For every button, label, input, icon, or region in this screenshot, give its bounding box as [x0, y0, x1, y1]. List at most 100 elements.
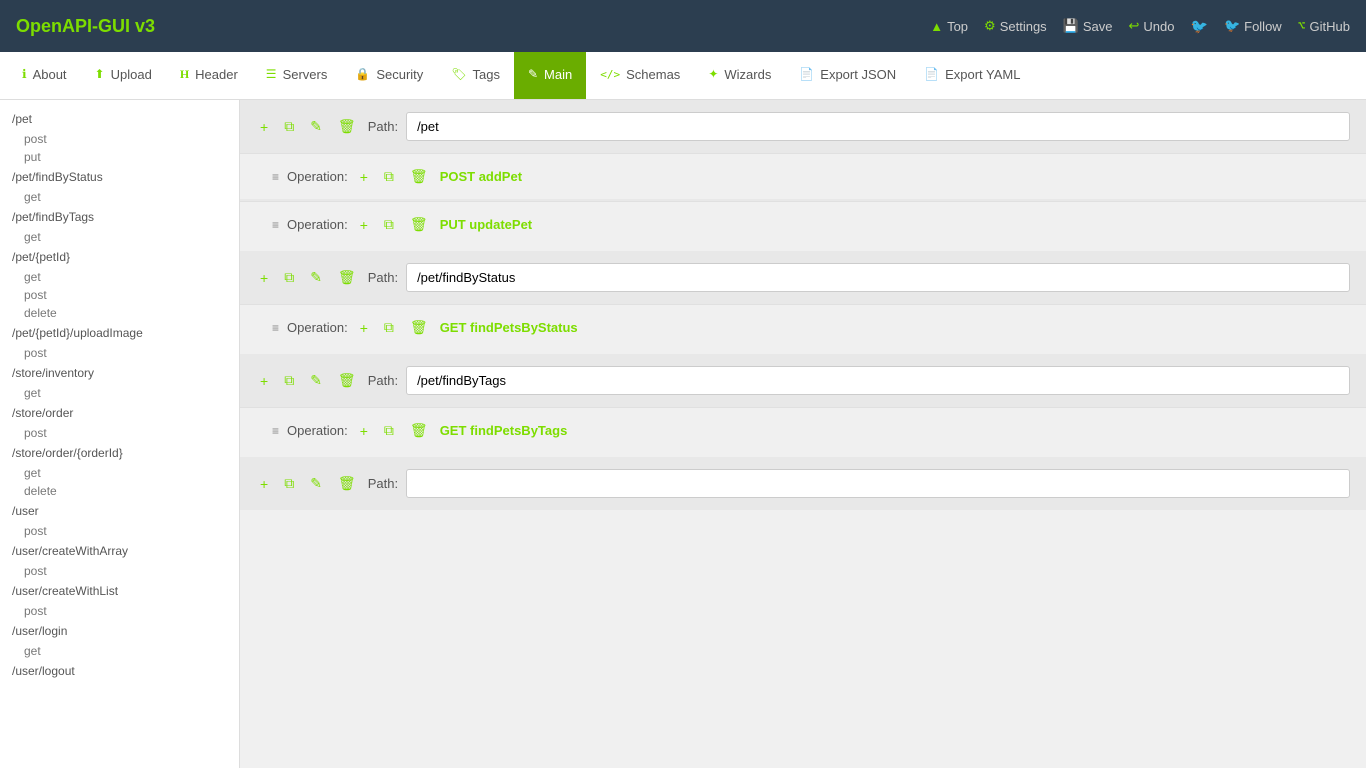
add-path-findbystatus-button[interactable]: +: [256, 268, 272, 288]
nav-servers[interactable]: ☰ Servers: [252, 52, 342, 99]
copy-operation-get-findbystatus-button[interactable]: ⧉: [380, 317, 398, 338]
nav-header[interactable]: H Header: [166, 52, 252, 99]
wizards-label: Wizards: [724, 67, 771, 82]
nav-main[interactable]: ✎ Main: [514, 52, 586, 99]
copy-operation-get-findbytags-button[interactable]: ⧉: [380, 420, 398, 441]
sidebar-method-login-get[interactable]: get: [0, 642, 239, 660]
sidebar-method-createwitharray-post[interactable]: post: [0, 562, 239, 580]
sidebar-method-order-post[interactable]: post: [0, 424, 239, 442]
sidebar-method-user-post[interactable]: post: [0, 522, 239, 540]
copy-operation-post-addpet-button[interactable]: ⧉: [380, 166, 398, 187]
twitter-icon-button[interactable]: 🐦: [1191, 18, 1208, 35]
nav-tags[interactable]: 🏷 Tags: [437, 52, 514, 99]
sidebar-path-user-createwitharray[interactable]: /user/createWithArray: [0, 540, 239, 562]
save-button[interactable]: 💾 Save: [1063, 18, 1113, 34]
undo-label: Undo: [1143, 19, 1174, 34]
path-input-pet[interactable]: [406, 112, 1350, 141]
export-yaml-label: Export YAML: [945, 67, 1020, 82]
github-button[interactable]: ⌥ GitHub: [1298, 19, 1350, 34]
add-operation-put-updatepet-button[interactable]: +: [356, 215, 372, 235]
undo-button[interactable]: ↩ Undo: [1129, 18, 1175, 34]
copy-operation-put-updatepet-button[interactable]: ⧉: [380, 214, 398, 235]
upload-label: Upload: [111, 67, 152, 82]
edit-path-findbytags-button[interactable]: ✎: [306, 370, 326, 391]
nav-about[interactable]: ℹ About: [8, 52, 81, 99]
sidebar-path-user-login[interactable]: /user/login: [0, 620, 239, 642]
path-input-findbystatus[interactable]: [406, 263, 1350, 292]
sidebar-path-user-createwithlist[interactable]: /user/createWithList: [0, 580, 239, 602]
delete-operation-get-findbytags-button[interactable]: 🗑: [406, 420, 432, 441]
add-operation-get-findbystatus-button[interactable]: +: [356, 318, 372, 338]
header-label: Header: [195, 67, 238, 82]
delete-operation-post-addpet-button[interactable]: 🗑: [406, 166, 432, 187]
wizards-icon: ✦: [708, 67, 718, 81]
edit-path-findbystatus-button[interactable]: ✎: [306, 267, 326, 288]
main-layout: /pet post put /pet/findByStatus get /pet…: [0, 100, 1366, 768]
nav-export-json[interactable]: 📄 Export JSON: [785, 52, 910, 99]
sidebar-path-pet-findbystatus[interactable]: /pet/findByStatus: [0, 166, 239, 188]
nav-schemas[interactable]: </> Schemas: [586, 52, 694, 99]
undo-icon: ↩: [1129, 18, 1140, 34]
nav-wizards[interactable]: ✦ Wizards: [694, 52, 785, 99]
follow-icon: 🐦: [1224, 18, 1240, 34]
path-row-findbystatus: + ⧉ ✎ 🗑 Path:: [240, 251, 1366, 304]
path-input-findbytags[interactable]: [406, 366, 1350, 395]
sidebar-method-petid-delete[interactable]: delete: [0, 304, 239, 322]
sidebar-method-petid-post[interactable]: post: [0, 286, 239, 304]
nav-export-yaml[interactable]: 📄 Export YAML: [910, 52, 1034, 99]
path-block-pet: + ⧉ ✎ 🗑 Path: ≡ Operation: + ⧉ 🗑 POST ad…: [240, 100, 1366, 247]
copy-path-findbystatus-button[interactable]: ⧉: [280, 267, 298, 288]
sidebar-path-pet-petid[interactable]: /pet/{petId}: [0, 246, 239, 268]
path-label-findbytags: Path:: [368, 373, 398, 388]
delete-path-findbytags-button[interactable]: 🗑: [334, 370, 360, 391]
sidebar-path-store-order[interactable]: /store/order: [0, 402, 239, 424]
nav-security[interactable]: 🔒 Security: [341, 52, 437, 99]
sidebar-method-orderid-delete[interactable]: delete: [0, 482, 239, 500]
sidebar-path-store-order-orderid[interactable]: /store/order/{orderId}: [0, 442, 239, 464]
add-operation-post-addpet-button[interactable]: +: [356, 167, 372, 187]
path-input-partial[interactable]: [406, 469, 1350, 498]
add-path-pet-button[interactable]: +: [256, 117, 272, 137]
twitter-icon: 🐦: [1191, 18, 1208, 35]
delete-path-pet-button[interactable]: 🗑: [334, 116, 360, 137]
sidebar-path-pet-uploadimage[interactable]: /pet/{petId}/uploadImage: [0, 322, 239, 344]
sidebar-method-pet-put[interactable]: put: [0, 148, 239, 166]
sidebar-path-pet[interactable]: /pet: [0, 108, 239, 130]
sidebar-method-petid-get[interactable]: get: [0, 268, 239, 286]
copy-path-findbytags-button[interactable]: ⧉: [280, 370, 298, 391]
path-block-partial: + ⧉ ✎ 🗑 Path:: [240, 457, 1366, 510]
sidebar-path-pet-findbytags[interactable]: /pet/findByTags: [0, 206, 239, 228]
copy-path-pet-button[interactable]: ⧉: [280, 116, 298, 137]
nav-upload[interactable]: ⬆ Upload: [81, 52, 166, 99]
delete-operation-put-updatepet-button[interactable]: 🗑: [406, 214, 432, 235]
sidebar-method-findbystatus-get[interactable]: get: [0, 188, 239, 206]
settings-label: Settings: [1000, 19, 1047, 34]
delete-path-partial-button[interactable]: 🗑: [334, 473, 360, 494]
add-operation-get-findbytags-button[interactable]: +: [356, 421, 372, 441]
add-path-partial-button[interactable]: +: [256, 474, 272, 494]
sidebar-method-inventory-get[interactable]: get: [0, 384, 239, 402]
operation-name-post-addpet: POST addPet: [440, 169, 522, 184]
sidebar-method-pet-post[interactable]: post: [0, 130, 239, 148]
sidebar-path-user-logout[interactable]: /user/logout: [0, 660, 239, 682]
operation-label-get-findbystatus: Operation:: [287, 320, 348, 335]
save-label: Save: [1083, 19, 1113, 34]
sidebar-path-store-inventory[interactable]: /store/inventory: [0, 362, 239, 384]
sidebar-method-orderid-get[interactable]: get: [0, 464, 239, 482]
sidebar-method-createwithlist-post[interactable]: post: [0, 602, 239, 620]
sidebar-method-uploadimage-post[interactable]: post: [0, 344, 239, 362]
settings-button[interactable]: ⚙ Settings: [984, 18, 1047, 34]
edit-path-partial-button[interactable]: ✎: [306, 473, 326, 494]
header-icon: H: [180, 67, 189, 82]
path-block-findbytags: + ⧉ ✎ 🗑 Path: ≡ Operation: + ⧉ 🗑 GET fin…: [240, 354, 1366, 453]
copy-path-partial-button[interactable]: ⧉: [280, 473, 298, 494]
delete-path-findbystatus-button[interactable]: 🗑: [334, 267, 360, 288]
operation-label-put-updatepet: Operation:: [287, 217, 348, 232]
sidebar-method-findbytags-get[interactable]: get: [0, 228, 239, 246]
follow-button[interactable]: 🐦 Follow: [1224, 18, 1282, 34]
sidebar-path-user[interactable]: /user: [0, 500, 239, 522]
top-button[interactable]: ▲ Top: [930, 19, 968, 34]
add-path-findbytags-button[interactable]: +: [256, 371, 272, 391]
delete-operation-get-findbystatus-button[interactable]: 🗑: [406, 317, 432, 338]
edit-path-pet-button[interactable]: ✎: [306, 116, 326, 137]
